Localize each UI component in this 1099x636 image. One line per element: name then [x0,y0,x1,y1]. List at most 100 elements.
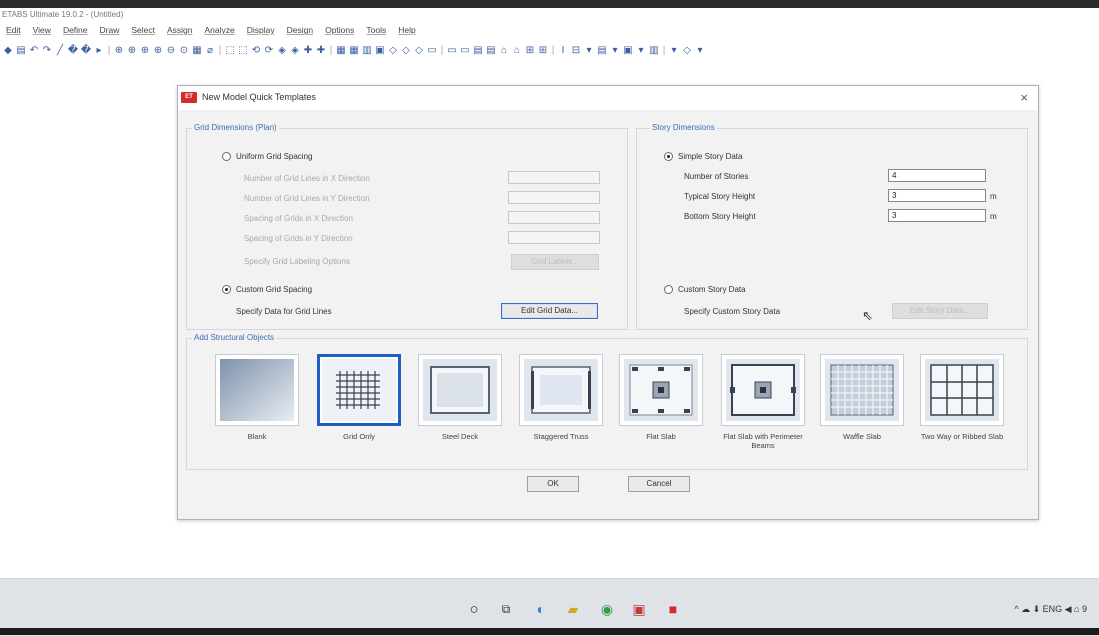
dialog-titlebar[interactable]: ET New Model Quick Templates × [178,86,1038,110]
toolbar-tool-icon[interactable]: ⊕ [152,44,164,56]
toolbar-tool-icon[interactable]: ▦ [335,44,347,56]
custom-grid-radio[interactable] [222,285,231,294]
spacing-y-input[interactable] [508,231,600,244]
menu-help[interactable]: Help [392,25,421,37]
bottom-story-height-input[interactable]: 3 [888,209,986,222]
template-two-way-ribbed-slab[interactable] [920,354,1004,426]
toolbar-tool-icon[interactable]: ▭ [446,44,458,56]
toolbar-tool-icon[interactable]: ◆ [2,44,14,56]
typical-story-height-input[interactable]: 3 [888,189,986,202]
menu-edit[interactable]: Edit [0,25,27,37]
toolbar-tool-icon[interactable]: ▥ [648,44,660,56]
sap-app-icon[interactable]: ▣ [629,599,649,619]
menu-select[interactable]: Select [125,25,161,37]
toolbar-tool-icon[interactable]: ▦ [191,44,203,56]
edge-browser-icon[interactable]: ◐ [531,599,551,619]
ok-button[interactable]: OK [527,476,579,492]
toolbar-tool-icon[interactable]: ⊕ [126,44,138,56]
toolbar-tool-icon[interactable]: ◇ [400,44,412,56]
toolbar-tool-icon[interactable]: � [67,44,79,56]
menu-tools[interactable]: Tools [360,25,392,37]
etabs-taskbar-icon[interactable]: ■ [663,599,683,619]
number-of-stories-input[interactable]: 4 [888,169,986,182]
edit-grid-data-button[interactable]: Edit Grid Data... [501,303,598,319]
toolbar-tool-icon[interactable]: ╱ [54,44,66,56]
toolbar-tool-icon[interactable]: ▣ [374,44,386,56]
grid-labels-button[interactable]: Grid Labels... [511,254,599,270]
toolbar-tool-icon[interactable]: ▾ [694,44,706,56]
toolbar-tool-icon[interactable]: ▤ [485,44,497,56]
menu-draw[interactable]: Draw [94,25,126,37]
task-view-icon[interactable]: ⧉ [496,599,516,619]
menu-view[interactable]: View [27,25,57,37]
toolbar-tool-icon[interactable]: ⟲ [250,44,262,56]
toolbar-tool-icon[interactable]: ⊕ [139,44,151,56]
toolbar-tool-icon[interactable]: ⌂ [511,44,523,56]
grid-lines-x-input[interactable] [508,171,600,184]
template-staggered-truss[interactable] [519,354,603,426]
toolbar-tool-icon[interactable]: ▤ [596,44,608,56]
toolbar-tool-icon[interactable]: ▦ [348,44,360,56]
toolbar-tool-icon[interactable]: ◈ [276,44,288,56]
toolbar-tool-icon[interactable]: ⬚ [237,44,249,56]
toolbar-tool-icon[interactable]: ▥ [361,44,373,56]
template-flat-slab-perimeter-beams[interactable] [721,354,805,426]
template-flat-slab[interactable] [619,354,703,426]
toolbar-tool-icon[interactable]: ▸ [93,44,105,56]
toolbar-tool-icon[interactable]: ↷ [41,44,53,56]
system-tray[interactable]: ^ ☁ ⬇ ENG ◀ ⌂ 9 [1014,604,1087,615]
toolbar-tool-icon[interactable]: ↶ [28,44,40,56]
simple-story-radio[interactable] [664,152,673,161]
menu-analyze[interactable]: Analyze [199,25,241,37]
grid-lines-y-input[interactable] [508,191,600,204]
edit-story-data-button[interactable]: Edit Story Data... [892,303,988,319]
toolbar-tool-icon[interactable]: I [557,44,569,56]
toolbar-tool-icon[interactable]: ⊖ [165,44,177,56]
menu-display[interactable]: Display [241,25,281,37]
cancel-button[interactable]: Cancel [628,476,690,492]
toolbar-tool-icon[interactable]: ✚ [315,44,327,56]
spacing-x-input[interactable] [508,211,600,224]
custom-story-radio[interactable] [664,285,673,294]
toolbar-tool-icon[interactable]: ▤ [15,44,27,56]
chrome-browser-icon[interactable]: ◉ [597,599,617,619]
toolbar-tool-icon[interactable]: ▤ [472,44,484,56]
toolbar-tool-icon[interactable]: ▾ [668,44,680,56]
toolbar-tool-icon[interactable]: ▾ [609,44,621,56]
menu-assign[interactable]: Assign [161,25,199,37]
toolbar-tool-icon[interactable]: ⊞ [524,44,536,56]
toolbar-tool-icon[interactable]: ⌂ [498,44,510,56]
template-grid-only[interactable] [317,354,401,426]
template-steel-deck[interactable] [418,354,502,426]
toolbar-tool-icon[interactable]: ⬚ [224,44,236,56]
toolbar-tool-icon[interactable]: ▭ [426,44,438,56]
toolbar-tool-icon[interactable]: ▣ [622,44,634,56]
toolbar-tool-icon[interactable]: ▭ [459,44,471,56]
toolbar-tool-icon[interactable]: ✚ [302,44,314,56]
mouse-cursor-icon: ⇖ [862,308,873,323]
toolbar-tool-icon[interactable]: ⟳ [263,44,275,56]
toolbar-separator: | [551,44,555,56]
toolbar-tool-icon[interactable]: ◇ [413,44,425,56]
menu-define[interactable]: Define [57,25,94,37]
waffle-slab-template-icon [825,359,899,421]
toolbar-tool-icon[interactable]: ▾ [583,44,595,56]
search-icon[interactable]: ○ [464,599,484,619]
close-icon[interactable]: × [1020,90,1028,105]
toolbar-tool-icon[interactable]: ◇ [387,44,399,56]
toolbar-tool-icon[interactable]: ⌀ [204,44,216,56]
toolbar-tool-icon[interactable]: ▾ [635,44,647,56]
menu-options[interactable]: Options [319,25,360,37]
file-explorer-icon[interactable]: ▰ [563,599,583,619]
toolbar-tool-icon[interactable]: ⊙ [178,44,190,56]
toolbar-tool-icon[interactable]: ⊕ [113,44,125,56]
toolbar-tool-icon[interactable]: ⊞ [537,44,549,56]
menu-design[interactable]: Design [281,25,319,37]
toolbar-tool-icon[interactable]: � [80,44,92,56]
toolbar-tool-icon[interactable]: ◇ [681,44,693,56]
uniform-grid-radio[interactable] [222,152,231,161]
template-waffle-slab[interactable] [820,354,904,426]
toolbar-tool-icon[interactable]: ⊟ [570,44,582,56]
toolbar-tool-icon[interactable]: ◈ [289,44,301,56]
template-blank[interactable] [215,354,299,426]
